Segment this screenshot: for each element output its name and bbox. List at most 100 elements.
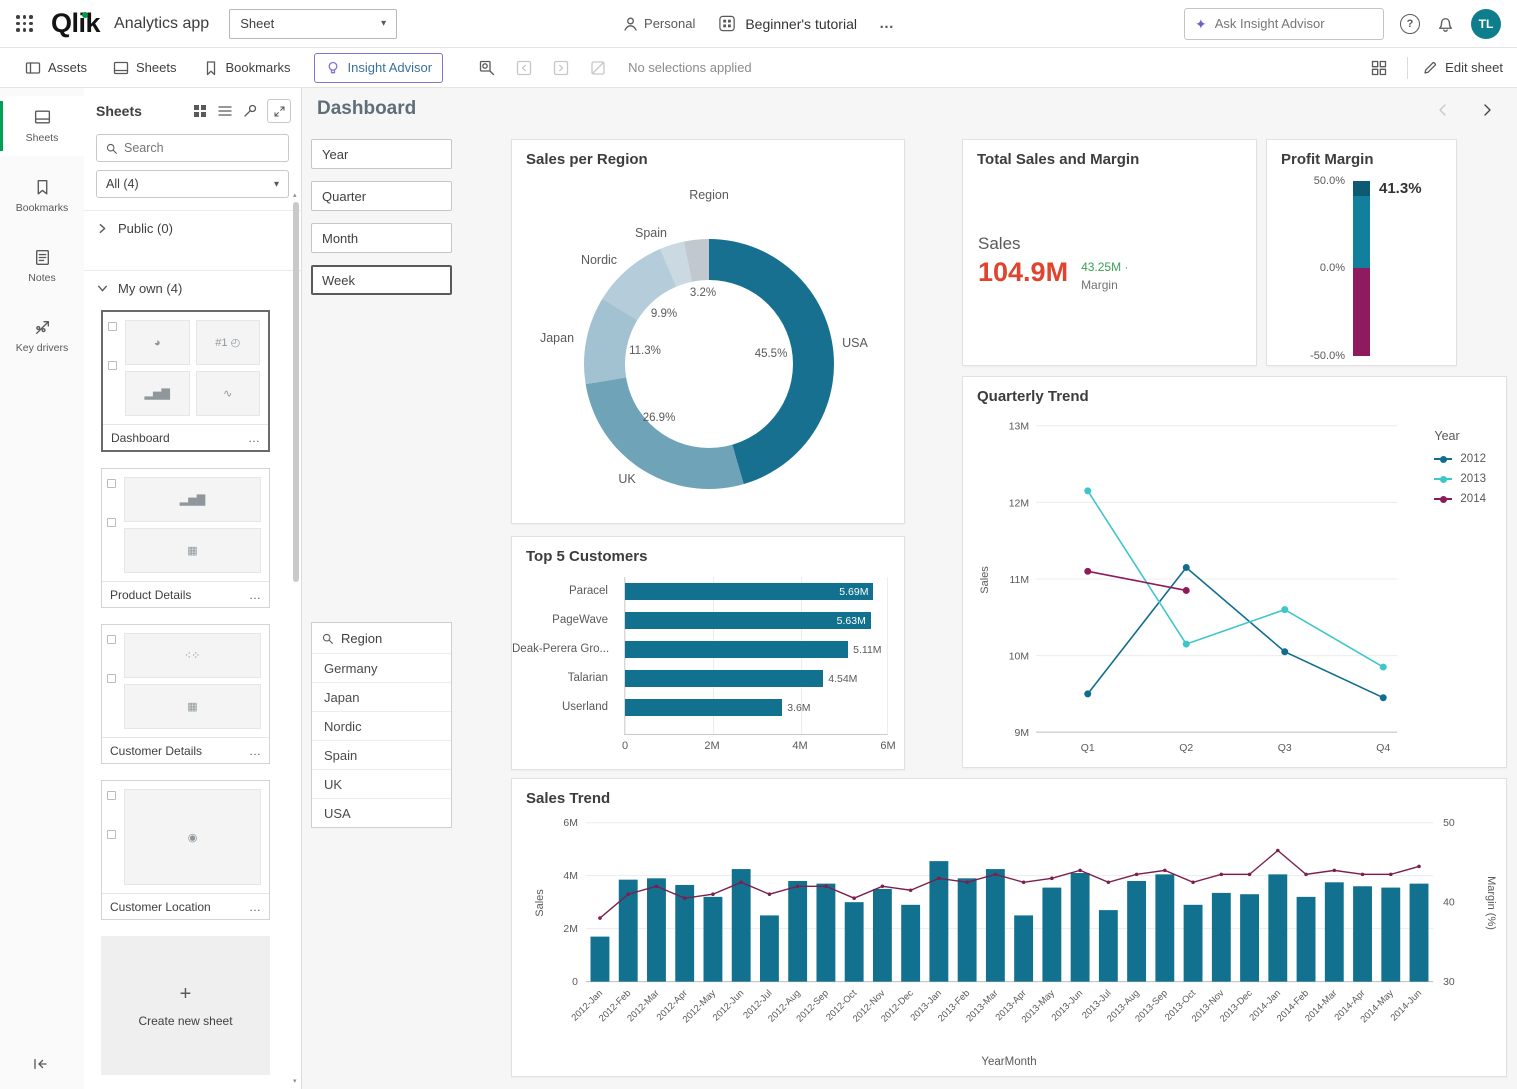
sheets-panel-scrollbar[interactable]: ▴ ▾ bbox=[292, 192, 300, 1085]
group-my-own[interactable]: My own (4) bbox=[84, 270, 301, 306]
bar[interactable] bbox=[1071, 873, 1090, 982]
data-point[interactable] bbox=[1281, 606, 1288, 613]
region-list-item[interactable]: Nordic bbox=[312, 711, 451, 740]
rail-item-key-drivers[interactable]: Key drivers bbox=[0, 306, 84, 366]
clear-selections-button[interactable] bbox=[584, 54, 612, 82]
line-point[interactable] bbox=[598, 916, 602, 920]
data-point[interactable] bbox=[1380, 694, 1387, 701]
rail-item-sheets[interactable]: Sheets bbox=[0, 96, 84, 156]
edit-sheet-button[interactable]: Edit sheet bbox=[1422, 60, 1503, 76]
line-point[interactable] bbox=[1389, 873, 1393, 877]
line-point[interactable] bbox=[1417, 865, 1421, 869]
list-view-icon[interactable] bbox=[217, 103, 233, 119]
line-point[interactable] bbox=[1276, 849, 1280, 853]
line-point[interactable] bbox=[1163, 869, 1167, 873]
margin-line[interactable] bbox=[600, 851, 1419, 919]
line-point[interactable] bbox=[1191, 881, 1195, 885]
bar-paracel[interactable]: 5.69M bbox=[625, 583, 873, 600]
data-point[interactable] bbox=[1183, 564, 1190, 571]
total-sales-margin-card[interactable]: Total Sales and Margin Sales 104.9M 43.2… bbox=[962, 139, 1257, 366]
scrollbar-thumb[interactable] bbox=[293, 202, 299, 582]
bar[interactable] bbox=[591, 937, 610, 982]
line-point[interactable] bbox=[994, 873, 998, 877]
insight-advisor-button[interactable]: Insight Advisor bbox=[314, 53, 444, 83]
line-point[interactable] bbox=[1220, 873, 1224, 877]
bar[interactable] bbox=[732, 869, 751, 982]
region-list-item[interactable]: UK bbox=[312, 769, 451, 798]
step-back-button[interactable] bbox=[510, 54, 538, 82]
line-point[interactable] bbox=[1078, 869, 1082, 873]
user-avatar[interactable]: TL bbox=[1471, 9, 1501, 39]
line-point[interactable] bbox=[1022, 881, 1026, 885]
line-point[interactable] bbox=[937, 877, 941, 881]
expand-panel-button[interactable] bbox=[267, 99, 291, 123]
bar[interactable] bbox=[1099, 910, 1118, 982]
bar[interactable] bbox=[647, 878, 666, 981]
bar-talarian[interactable]: 4.54M bbox=[625, 670, 823, 687]
app-waffle-menu-icon[interactable] bbox=[12, 11, 37, 36]
line-point[interactable] bbox=[796, 884, 800, 888]
filter-button-quarter[interactable]: Quarter bbox=[311, 181, 452, 211]
filter-button-month[interactable]: Month bbox=[311, 223, 452, 253]
line-point[interactable] bbox=[683, 896, 687, 900]
line-point[interactable] bbox=[1050, 877, 1054, 881]
thumb-menu-button[interactable]: … bbox=[249, 900, 261, 914]
sheet-overview-button[interactable] bbox=[1365, 54, 1393, 82]
sales-trend-chart[interactable]: 6M4M2M05040302012-Jan2012-Feb2012-Mar201… bbox=[512, 779, 1506, 1076]
rail-item-bookmarks[interactable]: Bookmarks bbox=[0, 166, 84, 226]
bar[interactable] bbox=[760, 915, 779, 981]
quarterly-trend-chart[interactable]: 13M12M11M10M9MQ1Q2Q3Q4 bbox=[963, 377, 1506, 767]
bar[interactable] bbox=[1127, 881, 1146, 982]
bar[interactable] bbox=[1325, 882, 1344, 981]
legend-item-2013[interactable]: 2013 bbox=[1434, 473, 1486, 485]
line-point[interactable] bbox=[711, 892, 715, 896]
bar[interactable] bbox=[1410, 884, 1429, 982]
overflow-menu-button[interactable]: … bbox=[879, 15, 895, 32]
bar[interactable] bbox=[1155, 874, 1174, 981]
region-list-item[interactable]: Spain bbox=[312, 740, 451, 769]
bar[interactable] bbox=[1042, 888, 1061, 982]
thumb-menu-button[interactable]: … bbox=[249, 588, 261, 602]
sheet-thumb-product-details[interactable]: ▂▅▇ ▦ Product Details … bbox=[101, 468, 270, 608]
bar[interactable] bbox=[1353, 886, 1372, 981]
app-title-button[interactable]: Beginner's tutorial bbox=[717, 14, 857, 33]
help-button[interactable]: ? bbox=[1400, 14, 1420, 34]
line-point[interactable] bbox=[739, 881, 743, 885]
filter-button-week[interactable]: Week bbox=[311, 265, 452, 295]
data-point[interactable] bbox=[1380, 664, 1387, 671]
line-point[interactable] bbox=[881, 884, 885, 888]
line-point[interactable] bbox=[1361, 873, 1365, 877]
personal-space-button[interactable]: Personal bbox=[622, 16, 695, 32]
collapse-rail-button[interactable] bbox=[32, 1056, 48, 1075]
bar[interactable] bbox=[873, 889, 892, 982]
assets-button[interactable]: Assets bbox=[14, 53, 98, 83]
bar-userland[interactable]: 3.6M bbox=[625, 699, 782, 716]
gauge-bar[interactable] bbox=[1353, 181, 1370, 356]
line-point[interactable] bbox=[965, 881, 969, 885]
bar[interactable] bbox=[1212, 893, 1231, 982]
bar[interactable] bbox=[788, 881, 807, 982]
bar[interactable] bbox=[986, 869, 1005, 982]
bar[interactable] bbox=[901, 905, 920, 982]
region-list-item[interactable]: Japan bbox=[312, 682, 451, 711]
bar[interactable] bbox=[1240, 894, 1259, 981]
thumb-menu-button[interactable]: … bbox=[249, 744, 261, 758]
bookmarks-button[interactable]: Bookmarks bbox=[192, 53, 302, 83]
line-point[interactable] bbox=[1304, 873, 1308, 877]
create-new-sheet-button[interactable]: + Create new sheet bbox=[101, 936, 270, 1075]
thumb-menu-button[interactable]: … bbox=[248, 431, 260, 445]
scroll-up-arrow[interactable]: ▴ bbox=[293, 192, 297, 199]
rail-item-notes[interactable]: Notes bbox=[0, 236, 84, 296]
sheets-search-input[interactable] bbox=[124, 141, 280, 155]
sheets-filter-dropdown[interactable]: All (4) ▾ bbox=[96, 170, 289, 198]
step-forward-button[interactable] bbox=[547, 54, 575, 82]
filter-button-year[interactable]: Year bbox=[311, 139, 452, 169]
trend-line[interactable] bbox=[1088, 571, 1186, 590]
bar[interactable] bbox=[1184, 905, 1203, 982]
line-point[interactable] bbox=[852, 896, 856, 900]
bar[interactable] bbox=[958, 878, 977, 981]
region-list-item[interactable]: USA bbox=[312, 798, 451, 827]
search-icon[interactable] bbox=[321, 632, 334, 645]
bar[interactable] bbox=[1268, 874, 1287, 981]
notifications-bell-icon[interactable] bbox=[1436, 14, 1455, 33]
